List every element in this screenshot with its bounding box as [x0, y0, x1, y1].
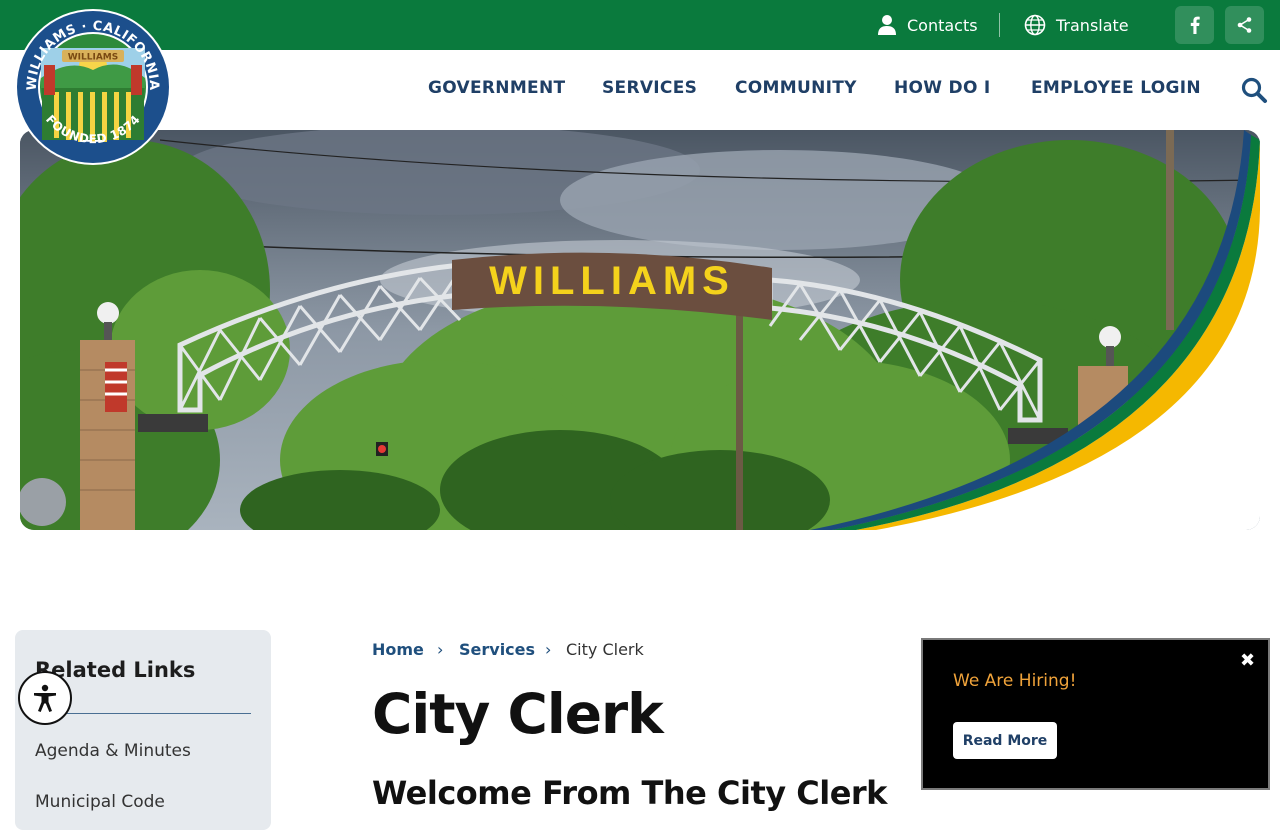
nav-employee-login[interactable]: EMPLOYEE LOGIN	[1031, 78, 1201, 102]
sidebar-divider	[35, 713, 251, 714]
utility-divider	[999, 13, 1000, 37]
share-button[interactable]	[1225, 6, 1264, 44]
sidebar-link-agenda-minutes[interactable]: Agenda & Minutes	[35, 741, 191, 761]
hiring-popup: ✖ We Are Hiring! Read More	[921, 638, 1270, 790]
popup-message: We Are Hiring!	[953, 671, 1077, 691]
related-links-sidebar: Related Links Agenda & Minutes Municipal…	[15, 630, 271, 830]
contacts-link[interactable]: Contacts	[877, 0, 978, 50]
read-more-button[interactable]: Read More	[953, 722, 1057, 759]
hero-sign-text: WILLIAMS	[489, 259, 735, 303]
breadcrumb-current: City Clerk	[566, 640, 644, 659]
sidebar-link-municipal-code[interactable]: Municipal Code	[35, 792, 165, 812]
breadcrumb-separator: ›	[545, 640, 552, 659]
search-icon	[1241, 77, 1267, 103]
seal-banner-text: WILLIAMS	[68, 53, 119, 63]
city-seal-logo[interactable]: WILLIAMS WILLIAMS · CALIFORNIA FOUNDED 1…	[14, 8, 172, 166]
contacts-label: Contacts	[907, 15, 978, 35]
nav-how-do-i[interactable]: HOW DO I	[894, 78, 991, 102]
search-button[interactable]	[1240, 76, 1268, 104]
facebook-icon	[1190, 16, 1200, 34]
breadcrumb-services[interactable]: Services	[459, 640, 535, 659]
nav-community[interactable]: COMMUNITY	[735, 78, 857, 102]
translate-label: Translate	[1056, 15, 1129, 35]
hero-banner: WILLIAMS	[20, 130, 1260, 530]
breadcrumb-separator: ›	[437, 640, 444, 659]
hero-image: WILLIAMS	[20, 130, 1260, 530]
globe-icon	[1024, 14, 1046, 36]
breadcrumb-home[interactable]: Home	[372, 640, 424, 659]
page-subtitle: Welcome From The City Clerk	[372, 774, 887, 812]
nav-government[interactable]: GOVERNMENT	[428, 78, 565, 102]
person-icon	[878, 15, 896, 35]
close-icon[interactable]: ✖	[1240, 652, 1255, 670]
page-title: City Clerk	[372, 682, 664, 746]
translate-link[interactable]: Translate	[1024, 0, 1129, 50]
share-icon	[1237, 17, 1251, 33]
utility-bar: Contacts Translate	[0, 0, 1280, 50]
facebook-button[interactable]	[1175, 6, 1214, 44]
accessibility-button[interactable]	[18, 671, 72, 725]
accessibility-icon	[34, 684, 56, 712]
nav-services[interactable]: SERVICES	[602, 78, 697, 102]
